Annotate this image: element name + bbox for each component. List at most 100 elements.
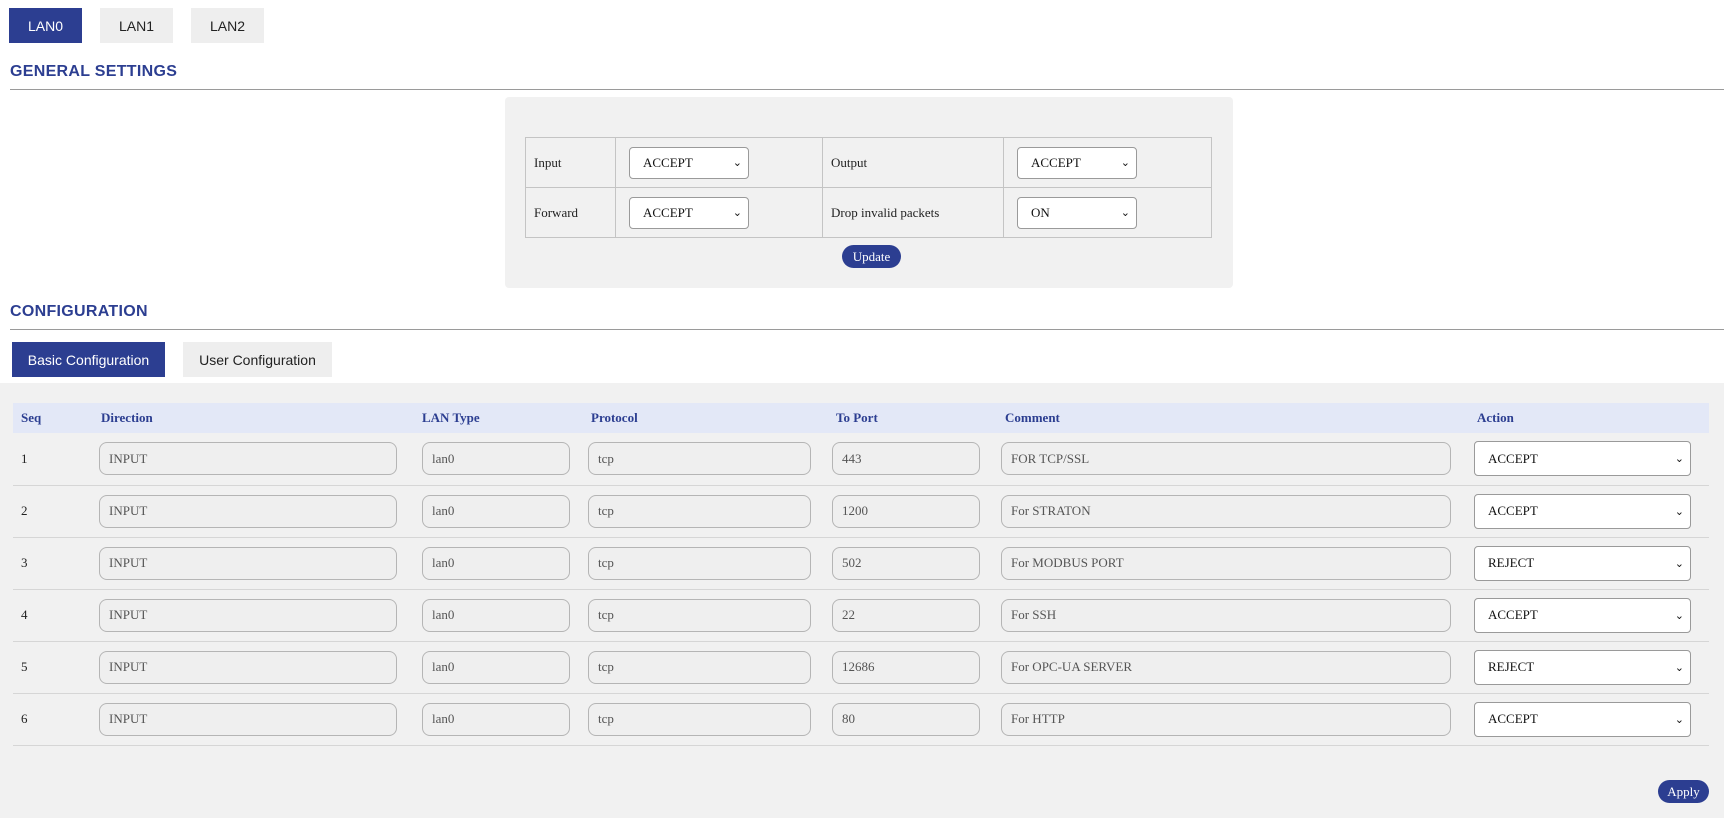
- table-row: 1 INPUT lan0 tcp 443 FOR TCP/SSL ACCEPT …: [13, 433, 1709, 486]
- general-settings-title: GENERAL SETTINGS: [10, 63, 178, 80]
- action-cell: ACCEPT ⌄: [1469, 433, 1709, 486]
- output-cell: ACCEPT ⌄: [1003, 137, 1212, 188]
- comment-cell: For OPC-UA SERVER: [997, 641, 1469, 694]
- lan-type-cell: lan0: [414, 433, 583, 486]
- protocol-field[interactable]: tcp: [588, 494, 811, 528]
- drop-invalid-select[interactable]: ON ⌄: [1017, 196, 1137, 229]
- port-cell: 22: [828, 589, 997, 642]
- seq-cell: 6: [13, 693, 93, 746]
- action-value: REJECT: [1488, 555, 1535, 570]
- chevron-down-icon: ⌄: [1674, 608, 1684, 622]
- port-cell: 443: [828, 433, 997, 486]
- comment-cell: FOR TCP/SSL: [997, 433, 1469, 486]
- protocol-cell: tcp: [583, 485, 828, 538]
- column-header-lan-type: LAN Type: [414, 403, 583, 433]
- port-field[interactable]: 12686: [832, 650, 980, 684]
- direction-field[interactable]: INPUT: [99, 650, 397, 684]
- table-row: 4 INPUT lan0 tcp 22 For SSH ACCEPT ⌄: [13, 589, 1709, 642]
- action-select[interactable]: ACCEPT ⌄: [1474, 701, 1691, 737]
- action-cell: ACCEPT ⌄: [1469, 693, 1709, 746]
- action-select[interactable]: ACCEPT ⌄: [1474, 597, 1691, 633]
- comment-field[interactable]: For SSH: [1001, 598, 1451, 632]
- action-value: ACCEPT: [1488, 450, 1538, 466]
- lan-type-field[interactable]: lan0: [422, 546, 570, 580]
- drop-invalid-value: ON: [1031, 204, 1050, 220]
- protocol-field[interactable]: tcp: [588, 650, 811, 684]
- output-policy-select[interactable]: ACCEPT ⌄: [1017, 146, 1137, 179]
- port-field[interactable]: 80: [832, 702, 980, 736]
- tab-user-configuration[interactable]: User Configuration: [183, 342, 332, 377]
- tab-lan2[interactable]: LAN2: [191, 8, 264, 43]
- protocol-field[interactable]: tcp: [588, 598, 811, 632]
- output-policy-value: ACCEPT: [1031, 154, 1081, 170]
- action-select[interactable]: ACCEPT ⌄: [1474, 441, 1691, 477]
- comment-field[interactable]: For STRATON: [1001, 494, 1451, 528]
- protocol-cell: tcp: [583, 433, 828, 486]
- direction-field[interactable]: INPUT: [99, 442, 397, 476]
- action-cell: ACCEPT ⌄: [1469, 589, 1709, 642]
- lan-type-field[interactable]: lan0: [422, 650, 570, 684]
- general-settings-table: Input ACCEPT ⌄ Output ACCEPT ⌄ Forward A…: [525, 137, 1212, 238]
- tab-lan0[interactable]: LAN0: [9, 8, 82, 43]
- action-select[interactable]: REJECT ⌄: [1474, 649, 1691, 685]
- comment-field[interactable]: FOR TCP/SSL: [1001, 442, 1451, 476]
- update-button[interactable]: Update: [842, 245, 901, 268]
- input-policy-select[interactable]: ACCEPT ⌄: [629, 146, 749, 179]
- protocol-cell: tcp: [583, 537, 828, 590]
- tab-basic-configuration[interactable]: Basic Configuration: [12, 342, 165, 377]
- action-cell: ACCEPT ⌄: [1469, 485, 1709, 538]
- lan-type-field[interactable]: lan0: [422, 702, 570, 736]
- port-field[interactable]: 1200: [832, 494, 980, 528]
- chevron-down-icon: ⌄: [732, 206, 742, 219]
- direction-field[interactable]: INPUT: [99, 546, 397, 580]
- protocol-field[interactable]: tcp: [588, 546, 811, 580]
- input-cell: ACCEPT ⌄: [615, 137, 823, 188]
- direction-cell: INPUT: [93, 433, 414, 486]
- direction-cell: INPUT: [93, 693, 414, 746]
- comment-field[interactable]: For OPC-UA SERVER: [1001, 650, 1451, 684]
- forward-policy-select[interactable]: ACCEPT ⌄: [629, 196, 749, 229]
- direction-field[interactable]: INPUT: [99, 702, 397, 736]
- lan-type-field[interactable]: lan0: [422, 442, 570, 476]
- port-cell: 1200: [828, 485, 997, 538]
- port-field[interactable]: 443: [832, 442, 980, 476]
- table-row: 2 INPUT lan0 tcp 1200 For STRATON ACCEPT…: [13, 485, 1709, 538]
- direction-field[interactable]: INPUT: [99, 598, 397, 632]
- seq-cell: 2: [13, 485, 93, 538]
- table-row: 5 INPUT lan0 tcp 12686 For OPC-UA SERVER…: [13, 641, 1709, 694]
- protocol-field[interactable]: tcp: [588, 702, 811, 736]
- protocol-field[interactable]: tcp: [588, 442, 811, 476]
- direction-field[interactable]: INPUT: [99, 494, 397, 528]
- action-select[interactable]: ACCEPT ⌄: [1474, 493, 1691, 529]
- comment-cell: For HTTP: [997, 693, 1469, 746]
- seq-cell: 4: [13, 589, 93, 642]
- lan-type-cell: lan0: [414, 693, 583, 746]
- chevron-down-icon: ⌄: [1674, 452, 1684, 466]
- general-settings-divider: [10, 89, 1724, 90]
- column-header-seq: Seq: [13, 403, 93, 433]
- lan-type-field[interactable]: lan0: [422, 494, 570, 528]
- action-value: ACCEPT: [1488, 607, 1538, 622]
- direction-cell: INPUT: [93, 589, 414, 642]
- general-settings-panel: Input ACCEPT ⌄ Output ACCEPT ⌄ Forward A…: [505, 97, 1233, 288]
- port-cell: 80: [828, 693, 997, 746]
- table-header-row: Seq Direction LAN Type Protocol To Port …: [13, 403, 1709, 433]
- comment-cell: For MODBUS PORT: [997, 537, 1469, 590]
- apply-button[interactable]: Apply: [1658, 780, 1709, 803]
- comment-field[interactable]: For MODBUS PORT: [1001, 546, 1451, 580]
- drop-invalid-cell: ON ⌄: [1003, 187, 1212, 238]
- forward-policy-value: ACCEPT: [643, 204, 693, 220]
- chevron-down-icon: ⌄: [1120, 156, 1130, 169]
- comment-field[interactable]: For HTTP: [1001, 702, 1451, 736]
- forward-cell: ACCEPT ⌄: [615, 187, 823, 238]
- action-value: REJECT: [1488, 659, 1535, 674]
- chevron-down-icon: ⌄: [1674, 556, 1684, 570]
- port-field[interactable]: 22: [832, 598, 980, 632]
- lan-type-field[interactable]: lan0: [422, 598, 570, 632]
- tab-lan1[interactable]: LAN1: [100, 8, 173, 43]
- chevron-down-icon: ⌄: [1674, 712, 1684, 726]
- direction-cell: INPUT: [93, 537, 414, 590]
- action-value: ACCEPT: [1488, 711, 1538, 726]
- action-select[interactable]: REJECT ⌄: [1474, 545, 1691, 581]
- port-field[interactable]: 502: [832, 546, 980, 580]
